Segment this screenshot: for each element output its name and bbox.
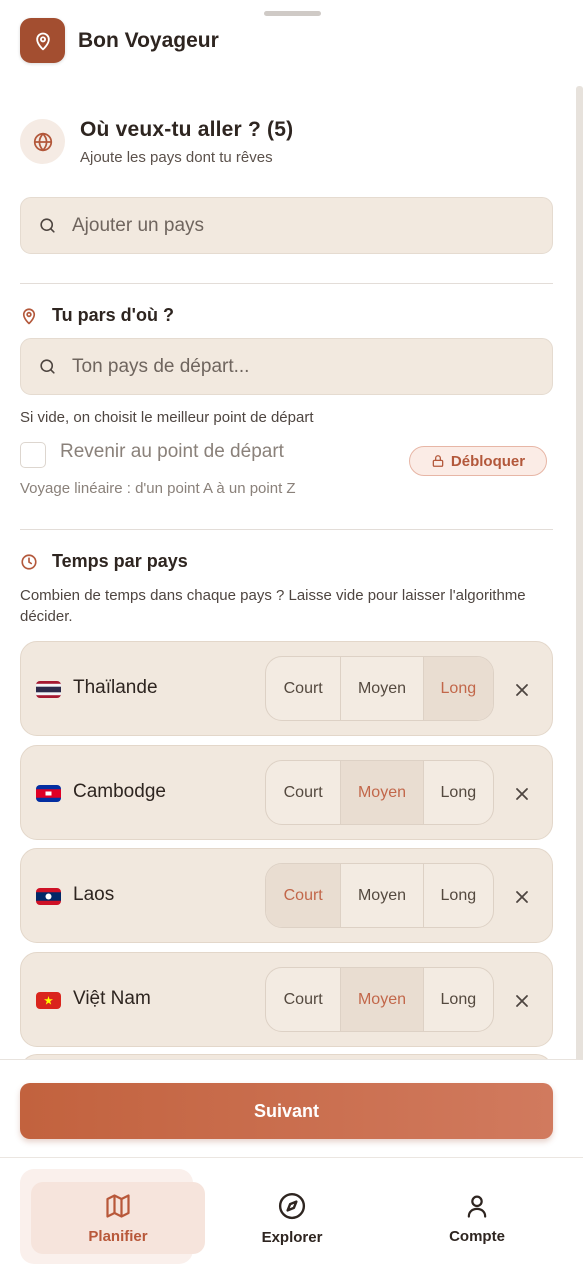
nav-item-planifier[interactable]: Planifier	[31, 1182, 205, 1254]
country-name: Thaïlande	[73, 677, 158, 698]
time-title: Temps par pays	[52, 551, 188, 571]
duration-long[interactable]: Long	[424, 761, 493, 824]
map-pin-icon	[35, 32, 50, 50]
linear-trip-hint: Voyage linéaire : d'un point A à un poin…	[20, 480, 296, 497]
destinations-subtitle: Ajoute les pays dont tu rêves	[80, 149, 273, 166]
search-icon	[40, 218, 55, 233]
remove-country-button[interactable]	[510, 989, 534, 1013]
return-checkbox-label[interactable]: Revenir au point de départ	[60, 441, 284, 463]
compass-icon	[278, 1192, 306, 1219]
thailand-flag-icon	[36, 681, 61, 698]
unlock-label: Débloquer	[450, 452, 526, 470]
return-checkbox[interactable]	[20, 442, 46, 468]
cambodia-flag-icon	[36, 785, 61, 802]
nav-label: Explorer	[261, 1228, 323, 1246]
close-icon	[516, 891, 528, 903]
duration-moyen[interactable]: Moyen	[341, 968, 424, 1031]
nav-label: Planifier	[88, 1227, 148, 1245]
country-card-vietnam: Việt Nam Court Moyen Long	[20, 952, 553, 1047]
departure-input[interactable]	[72, 355, 512, 378]
duration-court[interactable]: Court	[266, 968, 342, 1031]
close-icon	[516, 995, 528, 1007]
remove-country-button[interactable]	[510, 885, 534, 909]
duration-moyen[interactable]: Moyen	[341, 864, 424, 927]
duration-long[interactable]: Long	[424, 864, 493, 927]
country-name: Cambodge	[73, 781, 166, 802]
clock-icon	[21, 553, 37, 570]
time-header: Temps par pays	[20, 551, 188, 572]
nav-item-explorer[interactable]: Explorer	[205, 1182, 379, 1254]
departure-hint: Si vide, on choisit le meilleur point de…	[20, 409, 314, 426]
add-country-search[interactable]	[20, 197, 553, 254]
duration-selector: Court Moyen Long	[265, 863, 494, 928]
search-icon	[40, 359, 55, 374]
map-icon	[106, 1193, 130, 1218]
duration-selector: Court Moyen Long	[265, 760, 494, 825]
duration-selector: Court Moyen Long	[265, 656, 494, 721]
next-button[interactable]: Suivant	[20, 1083, 553, 1139]
user-icon	[467, 1195, 487, 1218]
time-hint: Combien de temps dans chaque pays ? Lais…	[20, 587, 526, 625]
scrollbar[interactable]	[576, 86, 583, 1076]
country-card-laos: Laos Court Moyen Long	[20, 848, 553, 943]
destinations-title: Où veux-tu aller ? (5)	[80, 118, 294, 141]
duration-moyen[interactable]: Moyen	[341, 657, 424, 720]
nav-label: Compte	[449, 1227, 505, 1245]
section-divider	[20, 283, 553, 284]
app-header: Bon Voyageur	[20, 18, 219, 63]
duration-selector: Court Moyen Long	[265, 967, 494, 1032]
duration-long[interactable]: Long	[424, 968, 493, 1031]
globe-badge	[20, 119, 65, 164]
duration-court[interactable]: Court	[266, 657, 342, 720]
close-icon	[516, 788, 528, 800]
add-country-input[interactable]	[72, 214, 512, 237]
destinations-header: Où veux-tu aller ? (5) Ajoute les pays d…	[20, 118, 553, 168]
country-card-thailand: Thaïlande Court Moyen Long	[20, 641, 553, 736]
country-card-cambodia: Cambodge Court Moyen Long	[20, 745, 553, 840]
app-logo	[20, 18, 65, 63]
duration-long[interactable]: Long	[423, 657, 493, 720]
duration-court[interactable]: Court	[266, 864, 342, 927]
duration-moyen[interactable]: Moyen	[341, 761, 424, 824]
departure-title: Tu pars d'où ?	[52, 305, 174, 325]
nav-item-compte[interactable]: Compte	[390, 1182, 564, 1254]
country-name: Laos	[73, 884, 115, 905]
vietnam-flag-icon	[36, 992, 61, 1009]
departure-search[interactable]	[20, 338, 553, 395]
globe-icon	[33, 131, 52, 152]
drag-handle[interactable]	[264, 11, 321, 16]
laos-flag-icon	[36, 888, 61, 905]
lock-icon	[432, 455, 444, 467]
country-name: Việt Nam	[73, 988, 151, 1009]
departure-header: Tu pars d'où ?	[20, 305, 174, 326]
section-divider	[20, 529, 553, 530]
unlock-button[interactable]: Débloquer	[409, 446, 547, 476]
remove-country-button[interactable]	[510, 678, 534, 702]
app-title: Bon Voyageur	[78, 28, 219, 52]
remove-country-button[interactable]	[510, 782, 534, 806]
duration-court[interactable]: Court	[266, 761, 342, 824]
map-pin-icon	[22, 308, 36, 324]
close-icon	[516, 684, 528, 696]
